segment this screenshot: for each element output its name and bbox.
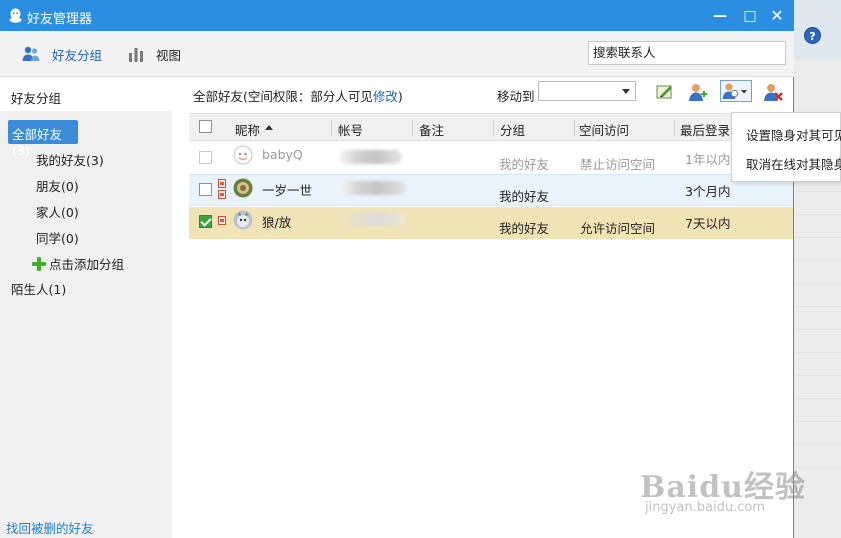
space-permission-close: ) bbox=[397, 89, 403, 104]
tab-friend-groups[interactable]: 好友分组 bbox=[22, 43, 102, 65]
stealth-user-icon bbox=[722, 83, 747, 99]
plus-icon bbox=[32, 256, 46, 271]
friend-manager-window: 好友管理器 — □ ✕ 好友分组 视图 搜索联系人 好友分组 全部好友(3) 我… bbox=[0, 0, 794, 538]
table-header: 昵称 帐号 备注 分组 空间访问 最后登录时 bbox=[189, 113, 793, 141]
search-input[interactable]: 搜索联系人 bbox=[588, 41, 786, 65]
group: 我的好友 bbox=[499, 221, 550, 236]
restore-deleted-friends-link[interactable]: 找回被删的好友 bbox=[6, 518, 94, 537]
add-group-button[interactable]: 点击添加分组 bbox=[32, 254, 124, 273]
select-all-checkbox[interactable] bbox=[199, 120, 212, 133]
tab-friend-groups-label: 好友分组 bbox=[52, 47, 103, 63]
space-permission-text: 全部好友(空间权限：部分人可见 bbox=[193, 89, 373, 104]
table-row[interactable]: 一岁一世 我的好友 3个月内 bbox=[189, 174, 793, 206]
row-checkbox[interactable] bbox=[199, 183, 212, 196]
top-toolbar: 好友分组 视图 搜索联系人 bbox=[0, 31, 794, 77]
table-row[interactable]: 狼/放 我的好友 允许访问空间 7天以内 bbox=[189, 207, 793, 239]
group: 我的好友 bbox=[499, 189, 550, 204]
chevron-down-icon bbox=[622, 89, 630, 94]
sidebar-item-my-friends[interactable]: 我的好友(3) bbox=[36, 150, 104, 169]
column-nickname[interactable]: 昵称 bbox=[235, 120, 260, 139]
space-permission-info: 全部好友(空间权限：部分人可见修改) bbox=[193, 86, 403, 105]
menu-item-cancel-online-stealth[interactable]: 取消在线对其隐身 bbox=[746, 154, 841, 173]
baidu-jingyan-watermark: Baidu经验 jingyan.baidu.com bbox=[640, 462, 806, 515]
column-group[interactable]: 分组 bbox=[500, 120, 525, 139]
nickname: 一岁一世 bbox=[262, 183, 313, 198]
avatar bbox=[233, 178, 253, 198]
stealth-settings-button[interactable] bbox=[720, 80, 752, 102]
sidebar-item-strangers[interactable]: 陌生人(1) bbox=[11, 279, 66, 298]
edit-note-icon[interactable] bbox=[655, 82, 675, 102]
account-blurred bbox=[338, 150, 402, 164]
move-to-label: 移动到 bbox=[497, 89, 535, 104]
bar-chart-icon bbox=[129, 48, 143, 62]
window-title: 好友管理器 bbox=[27, 12, 93, 27]
group-sidebar: 好友分组 全部好友(3) 我的好友(3) 朋友(0) 家人(0) 同学(0) 点… bbox=[0, 77, 172, 538]
qq-penguin-icon bbox=[9, 8, 22, 23]
sidebar-item-all-friends[interactable]: 全部好友(3) bbox=[8, 120, 78, 158]
row-checkbox[interactable] bbox=[199, 215, 212, 228]
add-group-label: 点击添加分组 bbox=[49, 257, 125, 272]
background-app-panel bbox=[793, 0, 841, 538]
account-blurred bbox=[338, 212, 406, 226]
table-row[interactable]: babyQ 我的好友 禁止访问空间 1年以内 bbox=[189, 141, 793, 173]
status-icons bbox=[218, 216, 226, 227]
column-note[interactable]: 备注 bbox=[419, 120, 444, 139]
tab-view[interactable]: 视图 bbox=[128, 43, 181, 65]
account-blurred bbox=[338, 181, 406, 195]
delete-friend-icon[interactable] bbox=[763, 82, 783, 102]
watermark-url: jingyan.baidu.com bbox=[645, 500, 765, 515]
row-checkbox[interactable] bbox=[199, 151, 212, 164]
menu-item-visible-when-stealth[interactable]: 设置隐身对其可见 bbox=[746, 125, 841, 144]
last-login: 3个月内 bbox=[685, 184, 731, 199]
friends-group-icon bbox=[22, 46, 40, 61]
add-friend-icon[interactable] bbox=[688, 82, 708, 102]
title-bar: 好友管理器 — □ ✕ bbox=[0, 0, 794, 31]
space-access: 禁止访问空间 bbox=[580, 157, 656, 172]
tab-view-label: 视图 bbox=[156, 47, 182, 63]
close-button[interactable]: ✕ bbox=[767, 6, 787, 26]
space-access: 允许访问空间 bbox=[580, 221, 656, 236]
column-space-access[interactable]: 空间访问 bbox=[579, 120, 629, 139]
avatar bbox=[233, 145, 253, 165]
stealth-context-menu: 设置隐身对其可见 取消在线对其隐身 bbox=[731, 112, 841, 182]
sidebar-item-classmates[interactable]: 同学(0) bbox=[36, 228, 79, 247]
group: 我的好友 bbox=[499, 157, 550, 172]
help-icon[interactable]: ? bbox=[804, 27, 821, 44]
column-account[interactable]: 帐号 bbox=[338, 120, 363, 139]
maximize-button[interactable]: □ bbox=[740, 6, 760, 26]
sort-ascending-icon bbox=[265, 125, 273, 130]
avatar bbox=[233, 210, 253, 230]
last-login: 1年以内 bbox=[685, 152, 731, 167]
modify-permission-link[interactable]: 修改 bbox=[373, 89, 398, 104]
sidebar-item-family[interactable]: 家人(0) bbox=[36, 202, 79, 221]
nickname: 狼/放 bbox=[262, 215, 292, 230]
move-to-select[interactable] bbox=[538, 81, 636, 101]
nickname: babyQ bbox=[262, 147, 303, 162]
minimize-button[interactable]: — bbox=[710, 6, 730, 26]
last-login: 7天以内 bbox=[685, 216, 731, 231]
sidebar-item-friends[interactable]: 朋友(0) bbox=[36, 176, 79, 195]
sidebar-header: 好友分组 bbox=[0, 77, 172, 111]
status-icons bbox=[218, 179, 226, 201]
